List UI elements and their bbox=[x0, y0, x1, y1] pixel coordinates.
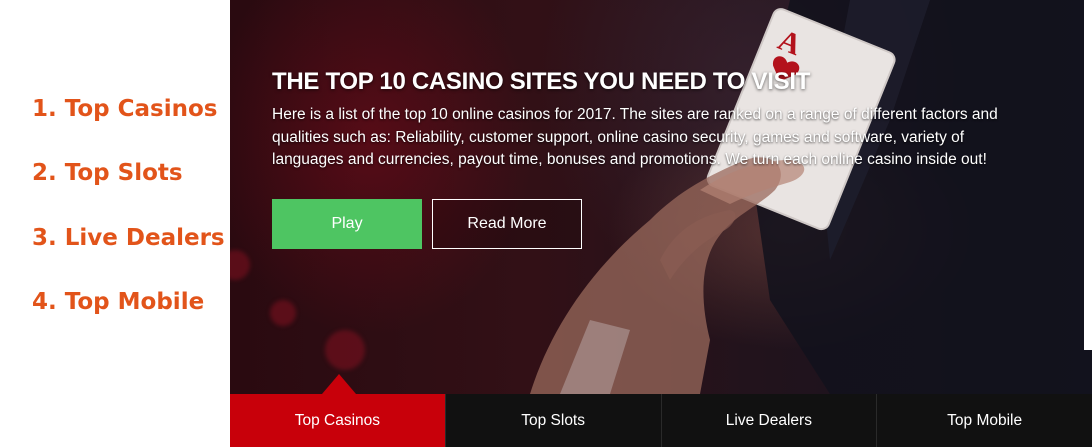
page-scrollbar[interactable] bbox=[1084, 0, 1092, 350]
hand-with-ace-card-image: A bbox=[530, 0, 1092, 394]
active-tab-indicator bbox=[322, 374, 356, 394]
side-item-top-casinos[interactable]: 1. Top Casinos bbox=[32, 96, 218, 122]
tab-top-slots[interactable]: Top Slots bbox=[444, 394, 661, 447]
side-item-top-mobile[interactable]: 4. Top Mobile bbox=[32, 289, 204, 315]
hero-description: Here is a list of the top 10 online casi… bbox=[272, 106, 998, 168]
play-button[interactable]: Play bbox=[272, 199, 422, 249]
tab-top-casinos[interactable]: Top Casinos bbox=[230, 394, 445, 447]
side-list: 1. Top Casinos 2. Top Slots 3. Live Deal… bbox=[0, 0, 230, 447]
tab-top-mobile[interactable]: Top Mobile bbox=[876, 394, 1092, 447]
category-tabs: Top Casinos Top Slots Live Dealers Top M… bbox=[230, 394, 1092, 447]
hero-banner: A THE TOP 10 CASINO SITES YOU NEED TO VI… bbox=[230, 0, 1092, 394]
read-more-button[interactable]: Read More bbox=[432, 199, 582, 249]
side-item-live-dealers[interactable]: 3. Live Dealers bbox=[32, 225, 225, 251]
tab-live-dealers[interactable]: Live Dealers bbox=[660, 394, 877, 447]
hero-title: THE TOP 10 CASINO SITES YOU NEED TO VISI… bbox=[272, 68, 811, 95]
side-item-top-slots[interactable]: 2. Top Slots bbox=[32, 160, 183, 186]
